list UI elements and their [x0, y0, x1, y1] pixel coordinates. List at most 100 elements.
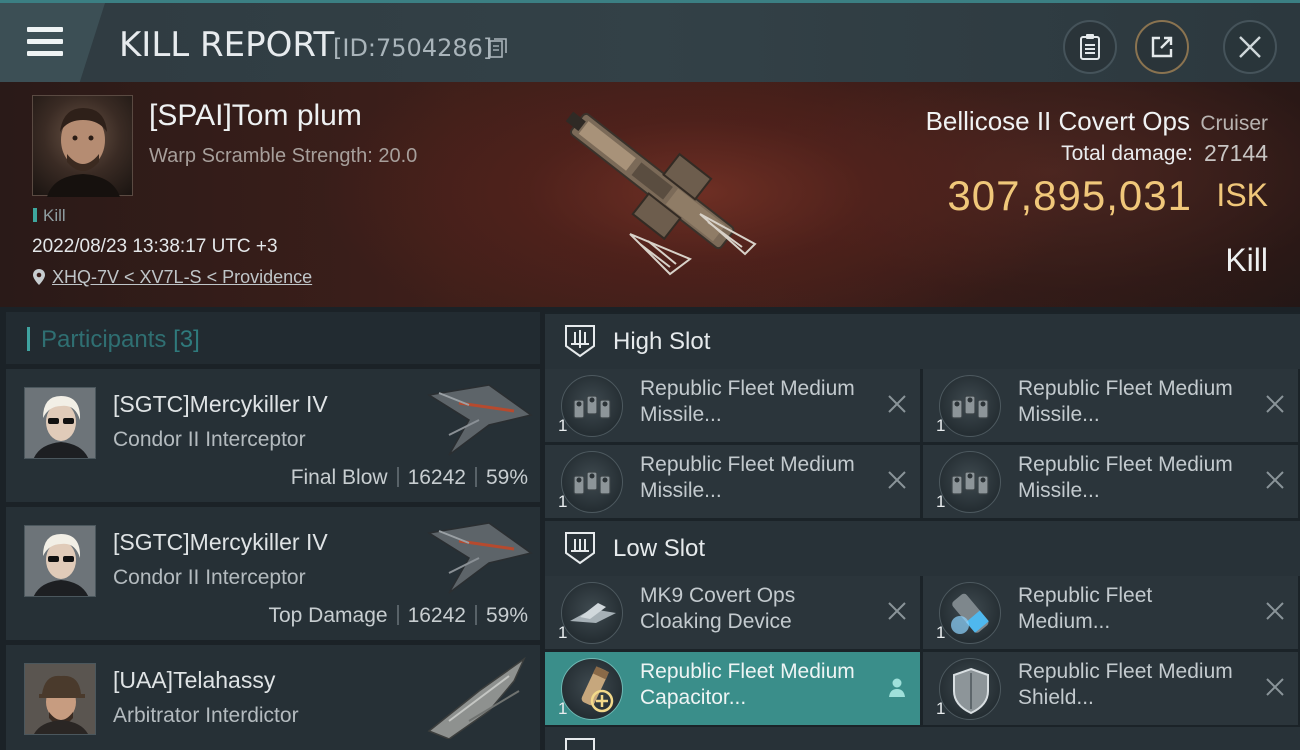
participant-ship: Condor II Interceptor	[113, 428, 306, 451]
module-name: MK9 Covert Ops Cloaking Device	[640, 584, 796, 633]
share-icon	[1151, 36, 1173, 58]
module-name: Republic Fleet Medium...	[1018, 584, 1153, 633]
capacitor-module-icon	[939, 582, 1001, 644]
module-name: Republic Fleet Medium Shield...	[1018, 660, 1233, 709]
total-damage-value: 27144	[1204, 140, 1268, 166]
participant-name[interactable]: [SGTC]Mercykiller IV	[113, 529, 328, 556]
destroyed-x-icon	[888, 602, 906, 620]
participant-name[interactable]: [SGTC]Mercykiller IV	[113, 391, 328, 418]
participant-stats: Top Damage 16242 59%	[268, 604, 528, 628]
module-quantity: 1	[936, 699, 946, 718]
missile-launcher-icon	[939, 451, 1001, 513]
section-accent-bar	[27, 327, 30, 351]
low-slot-header: Low Slot	[545, 521, 1300, 576]
location-text[interactable]: XHQ-7V < XV7L-S < Providence	[52, 267, 312, 287]
clipboard-icon	[1080, 34, 1100, 60]
clipboard-button[interactable]	[1063, 20, 1117, 74]
portrait-image	[25, 388, 95, 458]
participant-damage: 16242	[407, 466, 466, 489]
victim-ship-class: Cruiser	[1200, 112, 1268, 135]
participant-damage: 16242	[407, 604, 466, 627]
participant-ship-image[interactable]	[419, 513, 534, 601]
participant-role: Final Blow	[290, 466, 388, 489]
close-icon	[1239, 36, 1261, 58]
shield-module-icon	[939, 658, 1001, 720]
module-name: Republic Fleet Medium Missile...	[1018, 377, 1233, 426]
result-label: Kill	[1225, 242, 1268, 278]
report-id: [ID:7504286]	[333, 34, 493, 62]
mid-slot-icon	[565, 738, 595, 750]
module-name: Republic Fleet Medium Missile...	[1018, 453, 1233, 502]
destroyed-x-icon	[1266, 395, 1284, 413]
module-name: Republic Fleet Medium Missile...	[640, 453, 855, 502]
participant-name[interactable]: [UAA]Telahassy	[113, 667, 275, 694]
fitting-panel: High Slot 1 Republic Fleet Medium Missil…	[545, 312, 1300, 750]
victim-ship-name[interactable]: Bellicose II Covert Ops	[926, 106, 1190, 137]
copy-icon[interactable]	[489, 38, 507, 58]
kill-datetime: 2022/08/23 13:38:17 UTC +3	[32, 236, 278, 257]
cloaking-device-icon	[561, 582, 623, 644]
high-slot-header: High Slot	[545, 314, 1300, 369]
participants-header: Participants [3]	[6, 312, 540, 364]
module-item[interactable]: 1 Republic Fleet Medium Missile...	[923, 445, 1298, 518]
module-quantity: 1	[558, 416, 568, 435]
kill-tag: Kill	[33, 206, 66, 226]
location-pin-icon	[33, 269, 45, 285]
participant-avatar[interactable]	[24, 387, 96, 459]
destroyed-x-icon	[1266, 678, 1284, 696]
close-button[interactable]	[1223, 20, 1277, 74]
module-item[interactable]: 1 Republic Fleet Medium Missile...	[923, 369, 1298, 442]
portrait-image	[47, 108, 120, 197]
hamburger-icon	[27, 27, 63, 63]
portrait-image	[25, 664, 95, 734]
victim-avatar[interactable]	[32, 95, 133, 197]
low-slot-icon	[565, 532, 595, 565]
participant-row[interactable]: [SGTC]Mercykiller IV Condor II Intercept…	[6, 507, 540, 640]
destroyed-x-icon	[888, 471, 906, 489]
module-quantity: 1	[558, 492, 568, 511]
mid-slot-header	[545, 727, 1300, 750]
participant-ship-image[interactable]	[419, 375, 534, 463]
victim-ship-image[interactable]	[530, 84, 770, 299]
share-button[interactable]	[1135, 20, 1189, 74]
module-quantity: 1	[558, 699, 568, 718]
warp-scramble-strength: Warp Scramble Strength: 20.0	[149, 145, 418, 167]
participant-row[interactable]: [SGTC]Mercykiller IV Condor II Intercept…	[6, 369, 540, 502]
victim-summary: [SPAI]Tom plum Warp Scramble Strength: 2…	[0, 82, 1300, 307]
module-quantity: 1	[936, 492, 946, 511]
low-slot-label: Low Slot	[613, 535, 706, 562]
participant-avatar[interactable]	[24, 663, 96, 735]
total-damage-label: Total damage:	[1061, 142, 1193, 165]
participant-avatar[interactable]	[24, 525, 96, 597]
portrait-image	[25, 526, 95, 596]
destroyed-x-icon	[888, 395, 906, 413]
participant-ship: Arbitrator Interdictor	[113, 704, 299, 727]
menu-button[interactable]	[0, 3, 105, 82]
module-item[interactable]: 1 Republic Fleet Medium Capacitor...	[545, 652, 920, 725]
high-slot-icon	[565, 325, 595, 358]
module-item[interactable]: 1 Republic Fleet Medium Missile...	[545, 445, 920, 518]
module-item[interactable]: 1 Republic Fleet Medium Shield...	[923, 652, 1298, 725]
participant-role: Top Damage	[268, 604, 388, 627]
isk-unit: ISK	[1216, 177, 1268, 213]
participant-stats: Final Blow 16242 59%	[291, 466, 528, 490]
participant-ship-image[interactable]	[419, 651, 534, 739]
missile-launcher-icon	[561, 375, 623, 437]
module-item[interactable]: 1 Republic Fleet Medium...	[923, 576, 1298, 649]
high-slot-label: High Slot	[613, 328, 711, 355]
top-bar: KILL REPORT [ID:7504286]	[0, 0, 1300, 82]
dropped-user-icon	[889, 678, 905, 697]
missile-launcher-icon	[939, 375, 1001, 437]
missile-launcher-icon	[561, 451, 623, 513]
module-item[interactable]: 1 MK9 Covert Ops Cloaking Device	[545, 576, 920, 649]
module-name: Republic Fleet Medium Missile...	[640, 377, 855, 426]
module-item[interactable]: 1 Republic Fleet Medium Missile...	[545, 369, 920, 442]
location-link[interactable]: XHQ-7V < XV7L-S < Providence	[32, 267, 312, 288]
module-name: Republic Fleet Medium Capacitor...	[640, 660, 855, 709]
participant-percent: 59%	[485, 466, 528, 489]
page-title: KILL REPORT	[119, 25, 335, 65]
participant-row[interactable]: [UAA]Telahassy Arbitrator Interdictor	[6, 645, 540, 750]
victim-name[interactable]: [SPAI]Tom plum	[149, 99, 362, 133]
destroyed-x-icon	[1266, 471, 1284, 489]
module-quantity: 1	[558, 623, 568, 642]
